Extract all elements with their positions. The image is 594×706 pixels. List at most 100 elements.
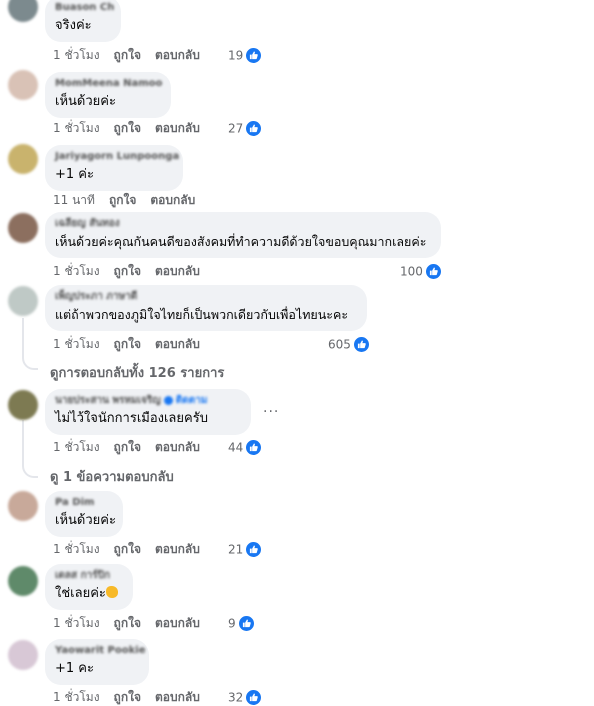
reaction-count[interactable]: 27 xyxy=(228,120,263,137)
reaction-count[interactable]: 605 xyxy=(328,336,370,353)
clap-emoji-icon xyxy=(105,586,118,598)
comment-bubble: เฉลียญ สันทอง เห็นด้วยค่ะคุณกันคนดีของสั… xyxy=(45,212,441,258)
reply-button[interactable]: ตอบกลับ xyxy=(155,120,200,136)
reaction-number: 19 xyxy=(228,48,244,63)
avatar[interactable] xyxy=(8,491,38,521)
reaction-count[interactable]: 21 xyxy=(228,541,263,558)
comment-meta: 1 ชั่วโมง ถูกใจ ตอบกลับ xyxy=(53,615,200,631)
reply-button[interactable]: ตอบกลับ xyxy=(150,192,195,208)
reaction-count[interactable]: 9 xyxy=(228,615,255,632)
comment-time[interactable]: 1 ชั่วโมง xyxy=(53,120,100,136)
like-button[interactable]: ถูกใจ xyxy=(114,689,141,705)
like-reaction-icon xyxy=(245,120,263,137)
reply-button[interactable]: ตอบกลับ xyxy=(155,47,200,63)
comment-text-content: ใช่เลยค่ะ xyxy=(55,586,106,601)
commenter-name[interactable]: Jariyagorn Lunpoonga xyxy=(55,150,179,164)
thread-connector xyxy=(22,354,38,370)
reaction-number: 32 xyxy=(228,690,244,705)
avatar[interactable] xyxy=(8,70,38,100)
reaction-number: 44 xyxy=(228,440,244,455)
like-reaction-icon xyxy=(352,336,370,353)
reaction-count[interactable]: 32 xyxy=(228,689,263,706)
comment-bubble: เดลส การ์ปิก ใช่เลยค่ะ xyxy=(45,564,133,610)
like-button[interactable]: ถูกใจ xyxy=(114,263,141,279)
avatar[interactable] xyxy=(8,640,38,670)
comment-meta: 1 ชั่วโมง ถูกใจ ตอบกลับ xyxy=(53,120,200,136)
like-button[interactable]: ถูกใจ xyxy=(114,615,141,631)
reaction-number: 27 xyxy=(228,121,244,136)
reply-button[interactable]: ตอบกลับ xyxy=(155,263,200,279)
like-reaction-icon xyxy=(245,541,263,558)
avatar[interactable] xyxy=(8,213,38,243)
comment-time[interactable]: 1 ชั่วโมง xyxy=(53,541,100,557)
view-replies-link[interactable]: ดูการตอบกลับทั้ง 126 รายการ xyxy=(50,362,224,383)
comment-bubble: Buason Ch จริงค่ะ xyxy=(45,0,121,42)
commenter-name[interactable]: เฉลียญ สันทอง xyxy=(55,217,430,231)
reaction-count[interactable]: 44 xyxy=(228,439,263,456)
comment-time[interactable]: 1 ชั่วโมง xyxy=(53,47,100,63)
like-button[interactable]: ถูกใจ xyxy=(114,336,141,352)
reply-button[interactable]: ตอบกลับ xyxy=(155,336,200,352)
reaction-count[interactable]: 100 xyxy=(400,263,442,280)
reaction-number: 100 xyxy=(400,264,423,279)
reaction-number: 605 xyxy=(328,337,351,352)
comment-meta: 1 ชั่วโมง ถูกใจ ตอบกลับ xyxy=(53,439,200,455)
comment-time[interactable]: 11 นาที xyxy=(53,192,95,208)
comment-text: +1 คะ xyxy=(55,661,94,676)
commenter-name[interactable]: นายประสาน พรหมเจริญ ติดตาม xyxy=(55,394,240,408)
avatar[interactable] xyxy=(8,390,38,420)
comment-bubble: นายประสาน พรหมเจริญ ติดตาม ไม่ไว้ใจนักการ… xyxy=(45,389,251,435)
comment-meta: 1 ชั่วโมง ถูกใจ ตอบกลับ xyxy=(53,263,200,279)
comment-text: จริงค่ะ xyxy=(55,18,92,33)
like-button[interactable]: ถูกใจ xyxy=(114,439,141,455)
view-replies-link[interactable]: ดู 1 ข้อความตอบกลับ xyxy=(50,466,174,487)
like-reaction-icon xyxy=(237,615,255,632)
like-button[interactable]: ถูกใจ xyxy=(114,541,141,557)
like-reaction-icon xyxy=(424,263,442,280)
comment-bubble: Jariyagorn Lunpoonga +1 ค่ะ xyxy=(45,145,183,191)
like-reaction-icon xyxy=(245,439,263,456)
comment-bubble: Yaowarit Pookie +1 คะ xyxy=(45,639,149,685)
thread-connector xyxy=(22,462,38,478)
commenter-name[interactable]: MomMeena Namoo xyxy=(55,77,162,91)
comment-text: +1 ค่ะ xyxy=(55,167,94,182)
like-reaction-icon xyxy=(245,47,263,64)
commenter-name[interactable]: เดลส การ์ปิก xyxy=(55,569,122,583)
comment-bubble: MomMeena Namoo เห็นด้วยค่ะ xyxy=(45,72,171,118)
commenter-name[interactable]: Pa Dim xyxy=(55,496,112,510)
like-button[interactable]: ถูกใจ xyxy=(114,120,141,136)
comment-meta: 11 นาที ถูกใจ ตอบกลับ xyxy=(53,192,195,208)
reply-button[interactable]: ตอบกลับ xyxy=(155,615,200,631)
verified-badge-icon xyxy=(163,395,173,405)
commenter-name[interactable]: Buason Ch xyxy=(55,1,114,15)
like-button[interactable]: ถูกใจ xyxy=(109,192,136,208)
like-button[interactable]: ถูกใจ xyxy=(114,47,141,63)
reply-button[interactable]: ตอบกลับ xyxy=(155,541,200,557)
comment-text: ไม่ไว้ใจนักการเมืองเลยครับ xyxy=(55,411,208,426)
comment-meta: 1 ชั่วโมง ถูกใจ ตอบกลับ xyxy=(53,689,200,705)
comment-bubble: Pa Dim เห็นด้วยค่ะ xyxy=(45,491,123,537)
reply-button[interactable]: ตอบกลับ xyxy=(155,439,200,455)
comment-text: แต่ถ้าพวกของภูมิใจไทยก็เป็นพวกเดียวกับเพ… xyxy=(55,307,349,322)
reply-button[interactable]: ตอบกลับ xyxy=(155,689,200,705)
comment-time[interactable]: 1 ชั่วโมง xyxy=(53,689,100,705)
reaction-number: 21 xyxy=(228,542,244,557)
comment-time[interactable]: 1 ชั่วโมง xyxy=(53,615,100,631)
commenter-name-text: นายประสาน พรหมเจริญ xyxy=(55,395,161,406)
comment-time[interactable]: 1 ชั่วโมง xyxy=(53,336,100,352)
avatar[interactable] xyxy=(8,566,38,596)
more-options-icon[interactable]: ... xyxy=(263,400,279,416)
follow-link[interactable]: ติดตาม xyxy=(176,395,208,406)
avatar[interactable] xyxy=(8,0,38,22)
thread-line xyxy=(22,420,24,464)
comment-bubble: เพ็ญประภา ภาษาดี แต่ถ้าพวกของภูมิใจไทยก็… xyxy=(45,285,367,331)
like-reaction-icon xyxy=(245,689,263,706)
reaction-number: 9 xyxy=(228,616,236,631)
avatar[interactable] xyxy=(8,286,38,316)
comment-time[interactable]: 1 ชั่วโมง xyxy=(53,263,100,279)
commenter-name[interactable]: Yaowarit Pookie xyxy=(55,644,145,658)
reaction-count[interactable]: 19 xyxy=(228,47,263,64)
comment-time[interactable]: 1 ชั่วโมง xyxy=(53,439,100,455)
commenter-name[interactable]: เพ็ญประภา ภาษาดี xyxy=(55,290,356,304)
avatar[interactable] xyxy=(8,144,38,174)
